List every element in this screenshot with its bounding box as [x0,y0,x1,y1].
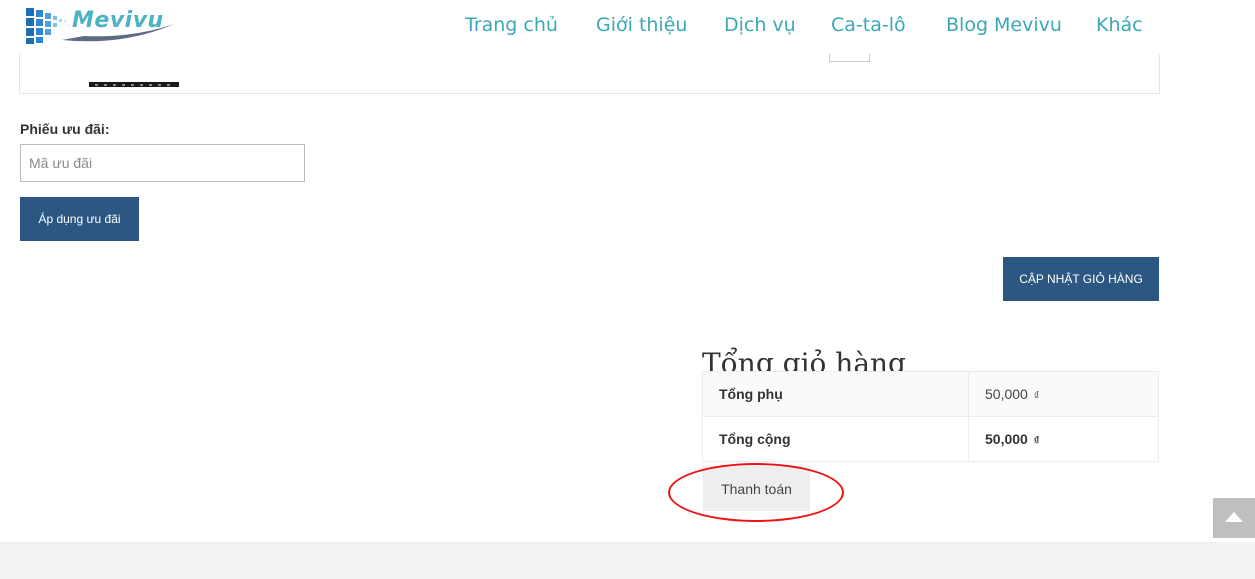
subtotal-label: Tổng phụ [702,371,969,417]
total-currency: ₫ [1033,435,1040,447]
total-row: Tổng cộng 50,000 ₫ [702,416,1159,462]
site-header: Mevivu Trang chủ Giới thiệu Dịch vụ Ca-t… [0,0,1255,54]
total-value: 50,000 [985,431,1028,447]
checkout-button[interactable]: Thanh toán [703,466,810,511]
nav-item-blog-mevivu[interactable]: Blog Mevivu [946,14,1062,36]
product-thumbnail[interactable] [89,54,179,87]
quantity-input[interactable] [829,54,870,62]
nav-item-gioi-thieu[interactable]: Giới thiệu [596,14,687,36]
total-label: Tổng cộng [702,416,969,462]
apply-coupon-button[interactable]: Áp dụng ưu đãi [20,197,139,241]
subtotal-currency: ₫ [1033,390,1040,402]
subtotal-row: Tổng phụ 50,000 ₫ [702,371,1159,417]
total-cell: 50,000 ₫ [968,416,1159,462]
scroll-to-top-button[interactable] [1213,498,1255,538]
main-nav: Trang chủ Giới thiệu Dịch vụ Ca-ta-lô Bl… [0,14,1255,40]
nav-item-dich-vu[interactable]: Dịch vụ [724,14,796,36]
coupon-label: Phiếu ưu đãi: [20,121,110,137]
cart-totals-table: Tổng phụ 50,000 ₫ Tổng cộng 50,000 ₫ [702,371,1159,462]
nav-item-ca-ta-lo[interactable]: Ca-ta-lô [831,14,906,36]
nav-item-khac[interactable]: Khác [1096,14,1143,36]
subtotal-value: 50,000 [985,386,1028,402]
coupon-code-input[interactable] [20,144,305,182]
nav-item-trang-chu[interactable]: Trang chủ [465,14,558,36]
thumbnail-dots [95,84,175,86]
chevron-up-icon [1225,512,1243,522]
subtotal-cell: 50,000 ₫ [968,371,1159,417]
footer [0,542,1255,579]
update-cart-button[interactable]: CẬP NHẬT GIỎ HÀNG [1003,257,1159,301]
